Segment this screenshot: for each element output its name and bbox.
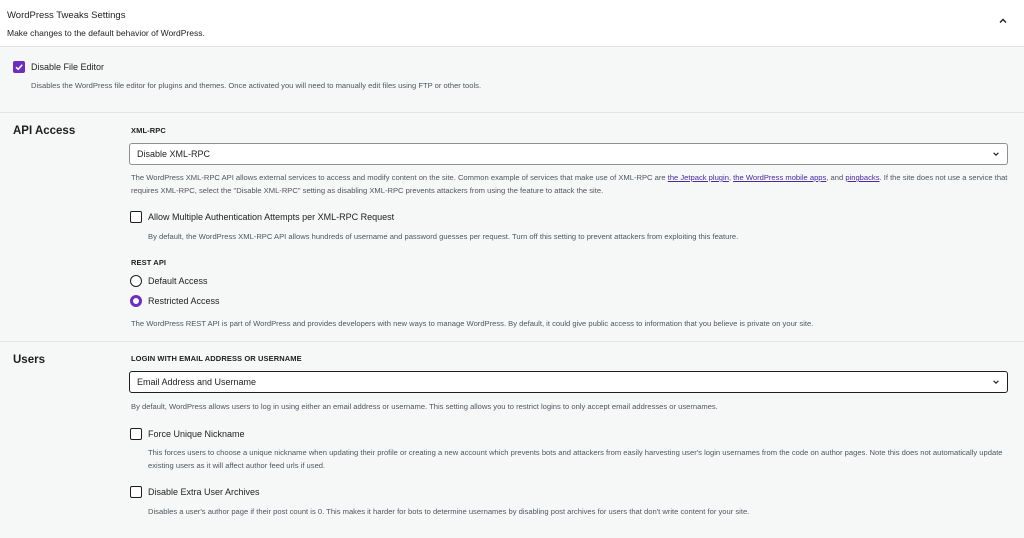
disable-user-archives-checkbox[interactable]	[130, 486, 142, 498]
rest-api-help: The WordPress REST API is part of WordPr…	[131, 319, 814, 328]
users-heading: Users	[13, 354, 45, 366]
rest-api-label: REST API	[131, 258, 167, 267]
panel-subtitle: Make changes to the default behavior of …	[7, 28, 205, 38]
disable-user-archives-label[interactable]: Disable Extra User Archives	[148, 487, 260, 497]
disable-file-editor-help: Disables the WordPress file editor for p…	[31, 81, 482, 90]
chevron-up-icon	[999, 18, 1007, 23]
xmlrpc-select[interactable]: Disable XML-RPC	[129, 143, 1008, 165]
chevron-down-icon	[991, 377, 1001, 387]
xmlrpc-help-separator: , and	[826, 173, 846, 182]
xmlrpc-selected-value: Disable XML-RPC	[137, 149, 211, 159]
login-method-select[interactable]: Email Address and Username	[129, 371, 1008, 393]
xmlrpc-label: XML-RPC	[131, 126, 166, 135]
check-icon	[15, 64, 23, 71]
jetpack-plugin-link[interactable]: the Jetpack plugin	[668, 173, 729, 182]
force-unique-nickname-checkbox[interactable]	[130, 428, 142, 440]
rest-restricted-access-radio[interactable]	[130, 295, 142, 307]
rest-restricted-access-label[interactable]: Restricted Access	[148, 296, 220, 306]
rest-default-access-radio[interactable]	[130, 275, 142, 287]
disable-user-archives-help: Disables a user's author page if their p…	[148, 507, 750, 516]
rest-default-access-label[interactable]: Default Access	[148, 276, 208, 286]
disable-file-editor-checkbox[interactable]	[13, 61, 25, 73]
login-method-selected-value: Email Address and Username	[137, 377, 257, 387]
chevron-down-icon	[991, 149, 1001, 159]
login-method-label: LOGIN WITH EMAIL ADDRESS OR USERNAME	[131, 354, 302, 363]
section-divider	[0, 341, 1024, 342]
settings-panel-header: WordPress Tweaks Settings Make changes t…	[0, 0, 1024, 47]
multi-auth-help: By default, the WordPress XML-RPC API al…	[148, 232, 739, 241]
multi-auth-label[interactable]: Allow Multiple Authentication Attempts p…	[148, 212, 394, 222]
disable-file-editor-label[interactable]: Disable File Editor	[31, 62, 104, 72]
force-unique-nickname-label[interactable]: Force Unique Nickname	[148, 429, 245, 439]
multi-auth-checkbox[interactable]	[130, 211, 142, 223]
section-divider	[0, 112, 1024, 113]
panel-title: WordPress Tweaks Settings	[7, 10, 126, 21]
collapse-panel-button[interactable]	[996, 14, 1010, 28]
wordpress-mobile-apps-link[interactable]: the WordPress mobile apps	[733, 173, 826, 182]
force-unique-nickname-help: This forces users to choose a unique nic…	[148, 448, 1003, 470]
login-method-help: By default, WordPress allows users to lo…	[131, 402, 718, 411]
api-access-heading: API Access	[13, 125, 76, 137]
xmlrpc-help-text: The WordPress XML-RPC API allows externa…	[131, 173, 668, 182]
pingbacks-link[interactable]: pingbacks	[845, 173, 879, 182]
xmlrpc-help: The WordPress XML-RPC API allows externa…	[131, 171, 1011, 197]
